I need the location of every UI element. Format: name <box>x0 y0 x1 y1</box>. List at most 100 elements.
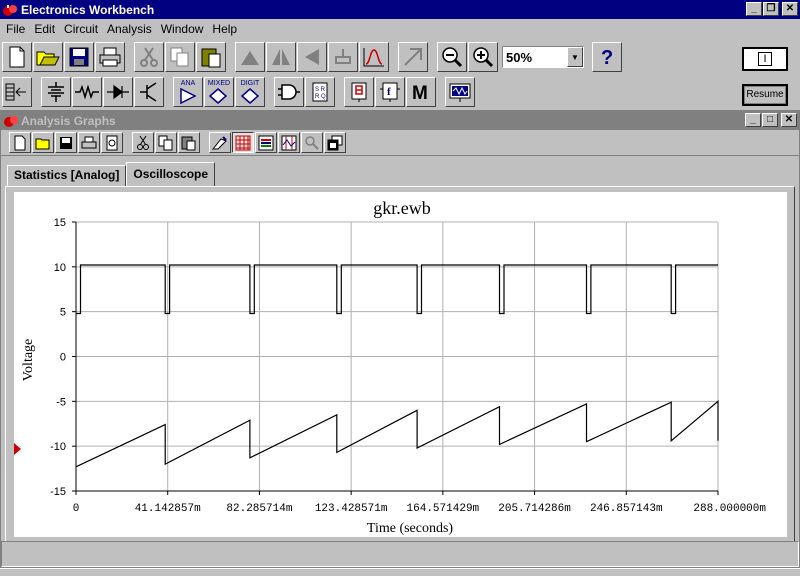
graph-print-preview-button[interactable] <box>101 132 123 153</box>
print-preview-icon <box>106 135 118 150</box>
power-switch[interactable]: I <box>742 47 788 71</box>
zoom-in-button[interactable] <box>468 42 498 72</box>
toggle-cursors-button[interactable] <box>278 132 300 153</box>
basic-bin-button[interactable] <box>72 77 102 107</box>
graph-open-button[interactable] <box>32 132 54 153</box>
tab-oscilloscope[interactable]: Oscilloscope <box>126 162 216 186</box>
graph-new-button[interactable] <box>9 132 31 153</box>
save-button[interactable] <box>64 42 94 72</box>
graph-cut-button[interactable] <box>132 132 154 153</box>
graph-properties-button[interactable] <box>209 132 231 153</box>
mixed-ic-icon <box>208 88 228 104</box>
chevron-down-icon[interactable]: ▼ <box>567 47 583 67</box>
analysis-graphs-title-bar[interactable]: Analysis Graphs _ □ ✕ <box>1 111 799 130</box>
analysis-tabs: Statistics [Analog] Oscilloscope <box>7 162 216 186</box>
ewb-app-icon[interactable] <box>2 3 18 17</box>
miscellaneous-bin-button[interactable]: M <box>406 77 436 107</box>
copy-icon <box>158 135 173 150</box>
open-file-button[interactable] <box>33 42 63 72</box>
zoom-out-button[interactable] <box>437 42 467 72</box>
menu-file[interactable]: File <box>2 22 30 36</box>
oscilloscope-chart[interactable]: gkr.ewb Voltage Time (seconds) 15 10 5 0 -5 -… <box>14 192 787 537</box>
restore-graph-button[interactable] <box>324 132 346 153</box>
grid-icon <box>235 135 251 150</box>
flip-vertical-icon <box>305 49 319 65</box>
digital-ics-label: DIGIT <box>240 80 260 87</box>
mixed-ics-label: MIXED <box>207 80 231 87</box>
digital-ics-bin-button[interactable]: DIGIT <box>235 77 265 107</box>
print-button[interactable] <box>95 42 125 72</box>
chart-title: gkr.ewb <box>373 198 431 218</box>
chart-area[interactable]: gkr.ewb Voltage Time (seconds) 15 10 5 0 -5 -… <box>14 192 787 537</box>
zoom-level-select[interactable]: 50% ▼ <box>502 46 584 68</box>
x-tick-label: 246.857143m <box>590 503 663 515</box>
child-minimize-button[interactable]: _ <box>745 113 761 127</box>
child-maximize-button[interactable]: □ <box>762 113 778 127</box>
menu-edit[interactable]: Edit <box>30 22 60 36</box>
sources-bin-button[interactable] <box>41 77 71 107</box>
help-button[interactable]: ? <box>592 42 622 72</box>
tab-statistics-analog[interactable]: Statistics [Analog] <box>7 165 127 186</box>
resume-button[interactable]: Resume <box>742 84 788 106</box>
copy-button[interactable] <box>165 42 195 72</box>
graph-zoom-button[interactable] <box>301 132 323 153</box>
close-button[interactable]: ✕ <box>782 2 798 16</box>
graph-print-button[interactable] <box>78 132 100 153</box>
toggle-legend-button[interactable] <box>255 132 277 153</box>
cut-button[interactable] <box>134 42 164 72</box>
analog-ics-bin-button[interactable]: ANA <box>173 77 203 107</box>
x-tick-label: 288.000000m <box>693 503 766 515</box>
y-tick-label: -10 <box>50 441 66 453</box>
analysis-graphs-title: Analysis Graphs <box>21 113 116 128</box>
favorites-bin-button[interactable] <box>2 77 32 107</box>
indicators-bin-button[interactable] <box>344 77 374 107</box>
app-title-bar[interactable]: Electronics Workbench _ ❐ ✕ <box>0 0 800 19</box>
copy-icon <box>170 47 189 67</box>
child-close-button[interactable]: ✕ <box>781 113 797 127</box>
logic-gates-bin-button[interactable] <box>274 77 304 107</box>
series-sawtooth-trace[interactable] <box>75 400 719 468</box>
mixed-ics-bin-button[interactable]: MIXED <box>204 77 234 107</box>
paste-button[interactable] <box>196 42 226 72</box>
diodes-bin-button[interactable] <box>103 77 133 107</box>
instruments-bin-button[interactable] <box>445 77 475 107</box>
y-tick-label: -5 <box>56 396 66 408</box>
flip-vertical-button[interactable] <box>297 42 327 72</box>
component-properties-button[interactable] <box>328 42 358 72</box>
svg-text:S R: S R <box>315 87 326 93</box>
analysis-toolbar <box>1 130 799 156</box>
transistors-bin-button[interactable] <box>134 77 164 107</box>
restore-button[interactable]: ❐ <box>763 2 779 16</box>
seven-segment-icon <box>351 82 367 102</box>
menu-circuit[interactable]: Circuit <box>60 22 103 36</box>
analysis-graphs-button[interactable] <box>359 42 389 72</box>
new-file-button[interactable] <box>2 42 32 72</box>
series-square-trace[interactable] <box>76 264 718 315</box>
cursor-marker-icon[interactable] <box>14 443 22 455</box>
x-tick-label: 205.714286m <box>498 503 571 515</box>
y-axis-label: Voltage <box>21 339 36 382</box>
flip-horizontal-button[interactable] <box>266 42 296 72</box>
ewb-app-icon[interactable] <box>3 114 19 128</box>
grid-lines <box>75 221 719 492</box>
menu-help[interactable]: Help <box>208 22 242 36</box>
graph-paste-button[interactable] <box>178 132 200 153</box>
x-tick-label: 164.571429m <box>407 503 480 515</box>
x-tick-label: 41.142857m <box>135 503 201 515</box>
svg-text:R Q: R Q <box>315 94 326 100</box>
graph-save-button[interactable] <box>55 132 77 153</box>
menu-analysis[interactable]: Analysis <box>103 22 157 36</box>
graph-copy-button[interactable] <box>155 132 177 153</box>
digital-bin-button[interactable]: S RR Q <box>305 77 335 107</box>
horizontal-scrollbar[interactable] <box>1 541 799 567</box>
resistor-icon <box>75 85 99 99</box>
create-subcircuit-button[interactable] <box>398 42 428 72</box>
zoom-in-icon <box>473 47 494 68</box>
controls-bin-button[interactable]: f <box>375 77 405 107</box>
flip-flop-icon: S RR Q <box>312 82 328 102</box>
toggle-grid-button[interactable] <box>232 132 254 153</box>
rotate-button[interactable] <box>235 42 265 72</box>
minimize-button[interactable]: _ <box>746 2 762 16</box>
menu-window[interactable]: Window <box>157 22 209 36</box>
digital-ic-icon <box>240 88 260 104</box>
